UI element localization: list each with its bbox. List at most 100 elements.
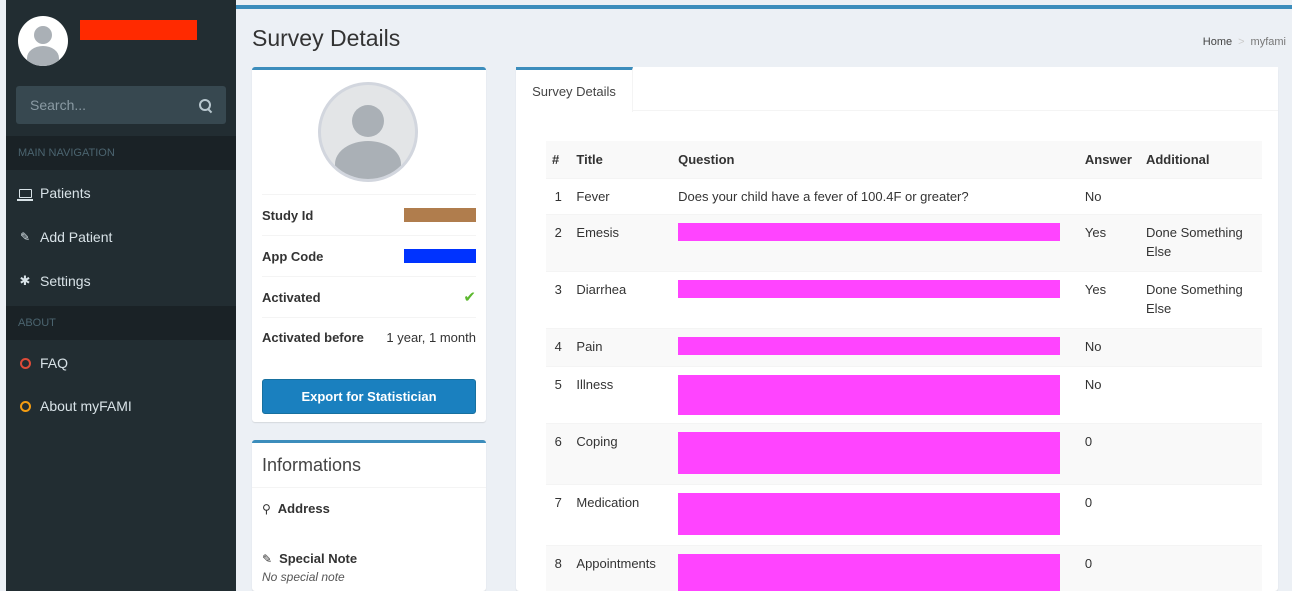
user-name-redacted [80,20,197,40]
row-number: 3 [546,270,571,328]
special-note-label-text: Special Note [279,551,358,566]
user-avatar[interactable] [18,16,68,66]
special-note-label: ✎ Special Note [262,551,357,566]
column-header-additional: Additional [1139,141,1262,178]
profile-row-activated: Activated ✔ [262,276,476,317]
row-question-redacted [672,422,1079,484]
row-question-redacted [672,365,1079,423]
activated-before-label: Activated before [262,330,364,345]
row-additional [1139,177,1262,214]
row-answer: 0 [1078,483,1140,545]
row-question-redacted [672,270,1079,328]
row-title: Appointments [570,544,673,591]
breadcrumb-home[interactable]: Home [1203,36,1232,48]
row-title: Diarrhea [570,270,673,328]
search-input[interactable]: Search... [16,86,226,124]
table-row: 7 Medication 0 [546,483,1262,545]
table-row: 2 Emesis Yes Done Something Else [546,213,1262,271]
activated-label: Activated [262,289,321,305]
informations-box: Informations ⚲ Address ✎ Special Note No… [252,440,486,591]
user-panel [6,0,236,72]
breadcrumb-separator: > [1238,36,1245,48]
row-answer: No [1078,177,1140,214]
row-additional [1139,483,1262,545]
row-title: Fever [570,177,673,214]
profile-row-activated-before: Activated before 1 year, 1 month [262,317,476,358]
row-title: Emesis [570,213,673,271]
row-number: 6 [546,422,571,484]
page-title: Survey Details [252,25,401,51]
row-answer: 0 [1078,544,1140,591]
table-header-row: # Title Question Answer Additional [546,141,1262,178]
row-number: 5 [546,365,571,423]
row-question-redacted [672,213,1079,271]
breadcrumb: Home > myfami [1203,36,1286,48]
row-number: 8 [546,544,571,591]
table-row: 6 Coping 0 [546,422,1262,484]
sidebar-item-settings[interactable]: ✱ Settings [6,261,236,301]
search-placeholder: Search... [30,97,87,113]
profile-row-study-id: Study Id [262,194,476,235]
row-title: Medication [570,483,673,545]
circle-icon [18,400,32,412]
table-row: 5 Illness No [546,365,1262,423]
divider [252,487,486,488]
column-header-title: Title [570,141,673,178]
survey-table: # Title Question Answer Additional 1 Fev… [546,141,1262,591]
profile-row-app-code: App Code [262,235,476,276]
column-header-number: # [546,141,571,178]
row-additional [1139,544,1262,591]
map-marker-icon: ⚲ [262,501,271,516]
sidebar-item-add-patient[interactable]: ✎ Add Patient [6,217,236,257]
table-row: 3 Diarrhea Yes Done Something Else [546,270,1262,328]
study-id-label: Study Id [262,207,314,223]
row-additional: Done Something Else [1139,213,1262,271]
gear-icon: ✱ [19,273,31,288]
sidebar-item-about-myfami[interactable]: About myFAMI [6,386,236,426]
study-id-value-redacted [404,208,476,222]
profile-avatar [318,82,418,182]
row-title: Illness [570,365,673,423]
breadcrumb-current: myfami [1250,36,1286,48]
tab-bar: Survey Details [516,67,1278,112]
row-answer: Yes [1078,270,1140,328]
row-question-redacted [672,544,1079,591]
sidebar-item-label: Add Patient [40,229,113,245]
row-question-redacted [672,483,1079,545]
laptop-icon [16,188,33,201]
row-question-redacted [672,327,1079,366]
profile-box: Study Id App Code Activated ✔ Activated … [252,67,486,422]
activated-before-value: 1 year, 1 month [386,330,476,345]
table-row: 4 Pain No [546,327,1262,366]
informations-title: Informations [262,455,362,475]
sidebar-item-label: FAQ [40,355,69,371]
column-header-question: Question [672,141,1079,178]
circle-icon [18,357,32,369]
row-question: Does your child have a fever of 100.4F o… [672,177,1079,214]
check-icon: ✔ [463,289,476,306]
nav-header-about: ABOUT [6,306,236,340]
row-additional [1139,365,1262,423]
export-for-statistician-button[interactable]: Export for Statistician [262,379,476,414]
sidebar: Search... MAIN NAVIGATION Patients ✎ Add… [6,0,236,591]
sidebar-item-patients[interactable]: Patients [6,173,236,213]
survey-details-panel: Survey Details # Title Question Answer A… [516,67,1278,591]
row-number: 2 [546,213,571,271]
tab-survey-details[interactable]: Survey Details [516,67,633,112]
search-icon[interactable] [198,98,212,112]
row-additional [1139,422,1262,484]
address-label-text: Address [277,501,330,516]
column-header-answer: Answer [1078,141,1140,178]
sidebar-item-label: Settings [40,273,91,289]
edit-icon: ✎ [19,230,31,244]
address-label: ⚲ Address [262,501,330,516]
row-number: 7 [546,483,571,545]
pencil-icon: ✎ [262,551,273,566]
app-code-label: App Code [262,248,324,264]
row-additional [1139,327,1262,366]
row-title: Coping [570,422,673,484]
sidebar-item-faq[interactable]: FAQ [6,343,236,383]
sidebar-item-label: Patients [40,185,91,201]
sidebar-item-label: About myFAMI [40,398,132,414]
row-answer: 0 [1078,422,1140,484]
